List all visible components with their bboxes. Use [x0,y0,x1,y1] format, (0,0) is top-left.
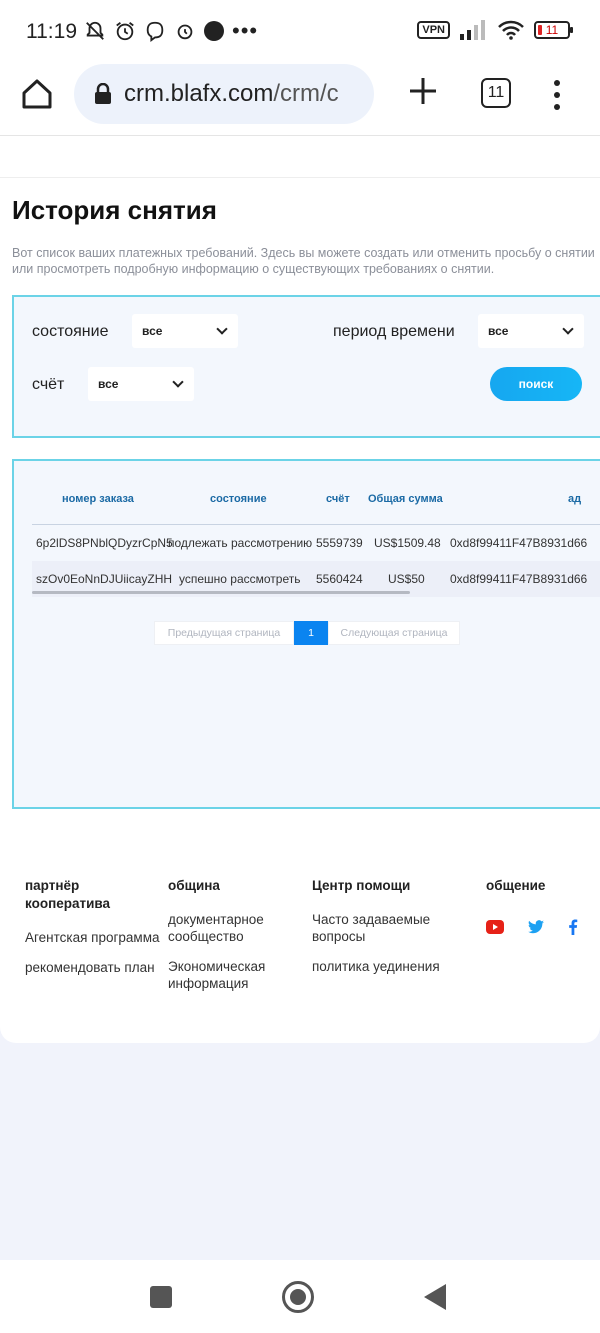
wifi-icon [498,20,524,40]
url-domain: crm.blafx.com [124,80,274,107]
page-content: История снятия Вот список ваших платежны… [0,137,600,1260]
viber-icon [146,21,164,42]
youtube-icon[interactable] [486,920,504,934]
chevron-down-icon [562,323,574,335]
column-header-address: ад [568,493,582,505]
facebook-icon[interactable] [568,919,578,935]
footer-column-help: Центр помощи Часто задаваемые вопросы по… [312,877,472,975]
social-links [486,919,600,935]
footer-column-partners: партнёр кооператива Агентская программа … [25,877,160,976]
lock-icon [95,83,111,104]
column-header-order: номер заказа [62,493,134,505]
address-bar[interactable]: crm.blafx.com/crm/c [74,64,374,124]
column-header-account: счёт [326,493,350,505]
cell-address: 0xd8f99411F47B8931d66 [450,572,588,586]
cell-state: успешно рассмотреть [179,572,301,586]
status-notification-icons: ••• [84,20,258,42]
table-header: номер заказа состояние счёт Общая сумма … [32,483,600,525]
table-row[interactable]: 6p2lDS8PNblQDyzrCpN5 подлежать рассмотре… [32,525,600,561]
chevron-down-icon [216,323,228,335]
footer-link[interactable]: рекомендовать план [25,959,160,976]
bell-muted-icon [86,21,104,40]
period-select[interactable]: все [478,314,584,348]
alarm-icon [116,22,134,41]
back-triangle-icon[interactable] [424,1284,446,1310]
footer-link[interactable]: документарное сообщество [168,911,298,945]
footer-heading: общение [486,878,546,893]
period-select-value: все [488,324,509,338]
footer-link[interactable]: Экономическая информация [168,958,298,992]
cell-address: 0xd8f99411F47B8931d66 [450,536,588,550]
browser-menu-icon[interactable] [552,80,562,110]
prev-page-button[interactable]: Предыдущая страница [154,621,294,645]
footer-link[interactable]: политика уединения [312,958,472,975]
status-bar: 11:19 ••• VPN 11 [0,0,600,64]
recent-apps-icon[interactable] [150,1286,172,1308]
page-title: История снятия [12,195,217,225]
footer-column-social: общение [486,877,600,935]
vpn-badge: VPN [417,21,450,39]
footer-link[interactable]: Часто задаваемые вопросы [312,911,472,945]
footer-heading: Центр помощи [312,878,411,893]
header-divider [0,177,600,178]
cell-state: подлежать рассмотрению [168,536,313,550]
account-select-value: все [98,377,119,391]
account-select[interactable]: все [88,367,194,401]
footer-column-community: община документарное сообщество Экономич… [168,877,298,992]
home-circle-icon[interactable] [282,1281,314,1313]
cell-account: 5559739 [316,536,363,550]
record-dot-icon [204,21,224,41]
footer-heading: партнёр кооператива [25,878,111,911]
status-system-icons: VPN 11 [417,20,573,40]
state-filter-label: состояние [32,323,109,340]
table-horizontal-scrollbar[interactable] [32,591,410,594]
home-icon[interactable] [20,77,54,111]
search-button[interactable]: поиск [490,367,582,401]
new-tab-icon[interactable] [406,74,440,108]
cell-order-id: 6p2lDS8PNblQDyzrCpN5 [36,536,173,550]
next-page-button[interactable]: Следующая страница [328,621,460,645]
more-notifications-icon: ••• [232,18,259,43]
status-time: 11:19 [26,20,77,43]
state-select[interactable]: все [132,314,238,348]
column-header-state: состояние [210,493,267,505]
signal-icon [460,20,485,40]
footer-link[interactable]: Агентская программа [25,929,160,946]
main-panel: История снятия Вот список ваших платежны… [0,137,600,1043]
page-description: Вот список ваших платежных требований. З… [12,246,595,276]
system-navigation-bar [0,1260,600,1333]
state-select-value: все [142,324,163,338]
battery-icon: 11 [534,21,573,39]
tab-switcher-button[interactable]: 11 [481,78,511,108]
twitter-icon[interactable] [528,920,544,934]
pagination: Предыдущая страница 1 Следующая страница [154,621,460,645]
browser-toolbar: crm.blafx.com/crm/c 11 [0,64,600,136]
chevron-down-icon [172,376,184,388]
footer-heading: община [168,878,220,893]
column-header-total: Общая сумма [368,493,443,505]
cell-total: US$1509.48 [374,536,441,550]
alarm-icon-2 [177,24,193,40]
page-1-button[interactable]: 1 [294,621,328,645]
cell-account: 5560424 [316,572,363,586]
cell-order-id: szOv0EoNnDJUiicayZHH [36,572,173,586]
withdrawals-table-card: номер заказа состояние счёт Общая сумма … [12,459,600,809]
url-text: crm.blafx.com/crm/c [124,80,339,108]
url-path: /crm/c [273,80,339,107]
account-filter-label: счёт [32,376,65,393]
period-filter-label: период времени [333,323,455,340]
filter-panel: состояние все период времени все счёт вс… [12,295,600,438]
cell-total: US$50 [388,572,425,586]
